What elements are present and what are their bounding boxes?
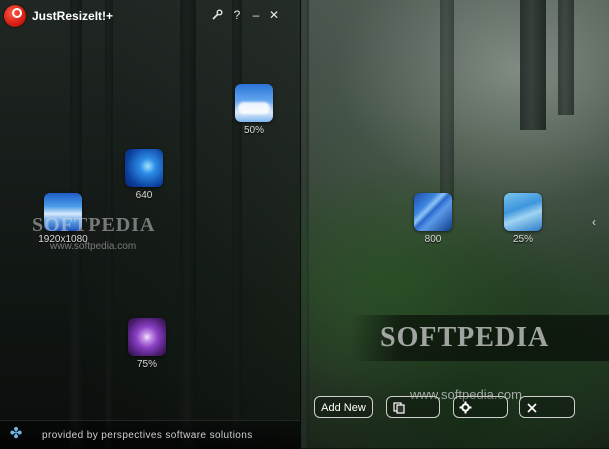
preset-label: 640: [135, 190, 153, 201]
watermark-url: www.softpedia.com: [50, 241, 137, 252]
preset-75pct[interactable]: 75%: [122, 318, 172, 370]
preset-label: 50%: [243, 125, 264, 136]
minimize-button[interactable]: –: [247, 6, 265, 24]
preset-label: 25%: [512, 234, 533, 245]
clouds-icon: [235, 84, 273, 122]
preset-50pct[interactable]: 50%: [229, 84, 279, 136]
flower-icon: [128, 318, 166, 356]
preset-label: 75%: [136, 359, 157, 370]
fog-icon: [504, 193, 542, 231]
watermark-brand-large: SOFTPEDIA: [380, 322, 550, 353]
add-new-button[interactable]: Add New: [314, 396, 373, 418]
close-button[interactable]: ✕: [265, 6, 283, 24]
tree-trunk: [520, 0, 546, 130]
remove-button[interactable]: [519, 396, 575, 418]
help-button[interactable]: ?: [228, 6, 246, 24]
preset-label: 800: [424, 234, 442, 245]
close-icon: [527, 403, 537, 413]
side-arrow-button[interactable]: ‹: [592, 215, 596, 229]
sparkle-icon: [125, 149, 163, 187]
footer-text: provided by perspectives software soluti…: [42, 430, 253, 441]
preset-800[interactable]: 800: [408, 193, 458, 245]
stripes-icon: [414, 193, 452, 231]
settings-button[interactable]: [453, 396, 508, 418]
watermark-brand: SOFTPEDIA: [32, 214, 156, 236]
app-title: JustResizeIt!+: [32, 9, 114, 23]
wrench-icon[interactable]: [208, 6, 226, 24]
tree-trunk: [558, 0, 574, 115]
preset-640[interactable]: 640: [119, 149, 169, 201]
gear-icon: [459, 401, 472, 414]
preset-25pct[interactable]: 25%: [498, 193, 548, 245]
app-logo-icon: [4, 5, 26, 27]
perspectives-logo-icon: ✤: [9, 425, 23, 442]
title-bar: JustResizeIt!+ ? – ✕: [0, 0, 300, 30]
copy-button[interactable]: [386, 396, 440, 418]
copy-icon: [393, 402, 405, 414]
footer: ✤ provided by perspectives software solu…: [0, 420, 300, 449]
